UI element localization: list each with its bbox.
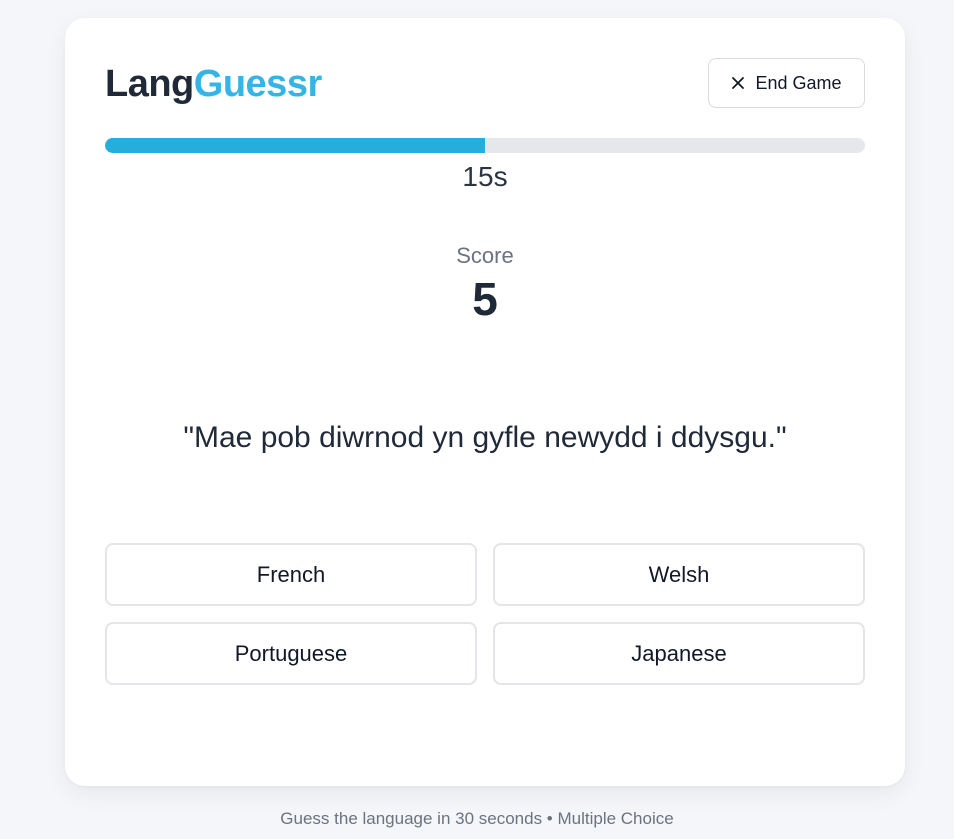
score-value: 5 <box>472 273 498 325</box>
close-icon <box>732 77 745 89</box>
phrase-prompt: "Mae pob diwrnod yn gyfle newydd i ddysg… <box>183 421 787 454</box>
footer-caption: Guess the language in 30 seconds • Multi… <box>280 809 674 828</box>
timer-progress-fill <box>105 138 485 153</box>
end-game-button[interactable]: End Game <box>708 58 865 108</box>
logo-part-guessr: Guessr <box>193 63 322 105</box>
timer-progress-bar <box>105 138 865 153</box>
game-card: LangGuessr End Game 15s Score 5 "Mae pob… <box>65 18 905 786</box>
option-welsh[interactable]: Welsh <box>493 543 865 606</box>
option-japanese[interactable]: Japanese <box>493 622 865 685</box>
app-logo: LangGuessr <box>105 62 322 106</box>
score-label: Score <box>456 243 514 268</box>
end-game-label: End Game <box>755 72 842 93</box>
logo-part-lang: Lang <box>105 63 194 105</box>
option-french[interactable]: French <box>105 543 477 606</box>
option-portuguese[interactable]: Portuguese <box>105 622 477 685</box>
answer-options: French Welsh Portuguese Japanese <box>105 543 865 685</box>
timer-readout: 15s <box>462 161 508 192</box>
